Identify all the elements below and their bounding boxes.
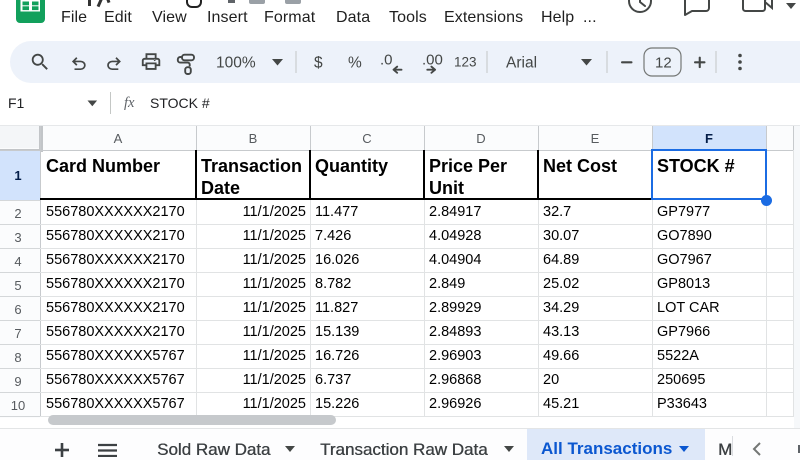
svg-text:$: $	[314, 54, 323, 71]
svg-text:%: %	[348, 54, 362, 71]
svg-text:123: 123	[454, 54, 477, 69]
svg-text:.00: .00	[422, 51, 443, 68]
svg-text:Arial: Arial	[506, 54, 537, 71]
svg-text:.0: .0	[380, 51, 393, 68]
svg-text:12: 12	[655, 54, 672, 71]
svg-text:100%: 100%	[216, 54, 256, 71]
